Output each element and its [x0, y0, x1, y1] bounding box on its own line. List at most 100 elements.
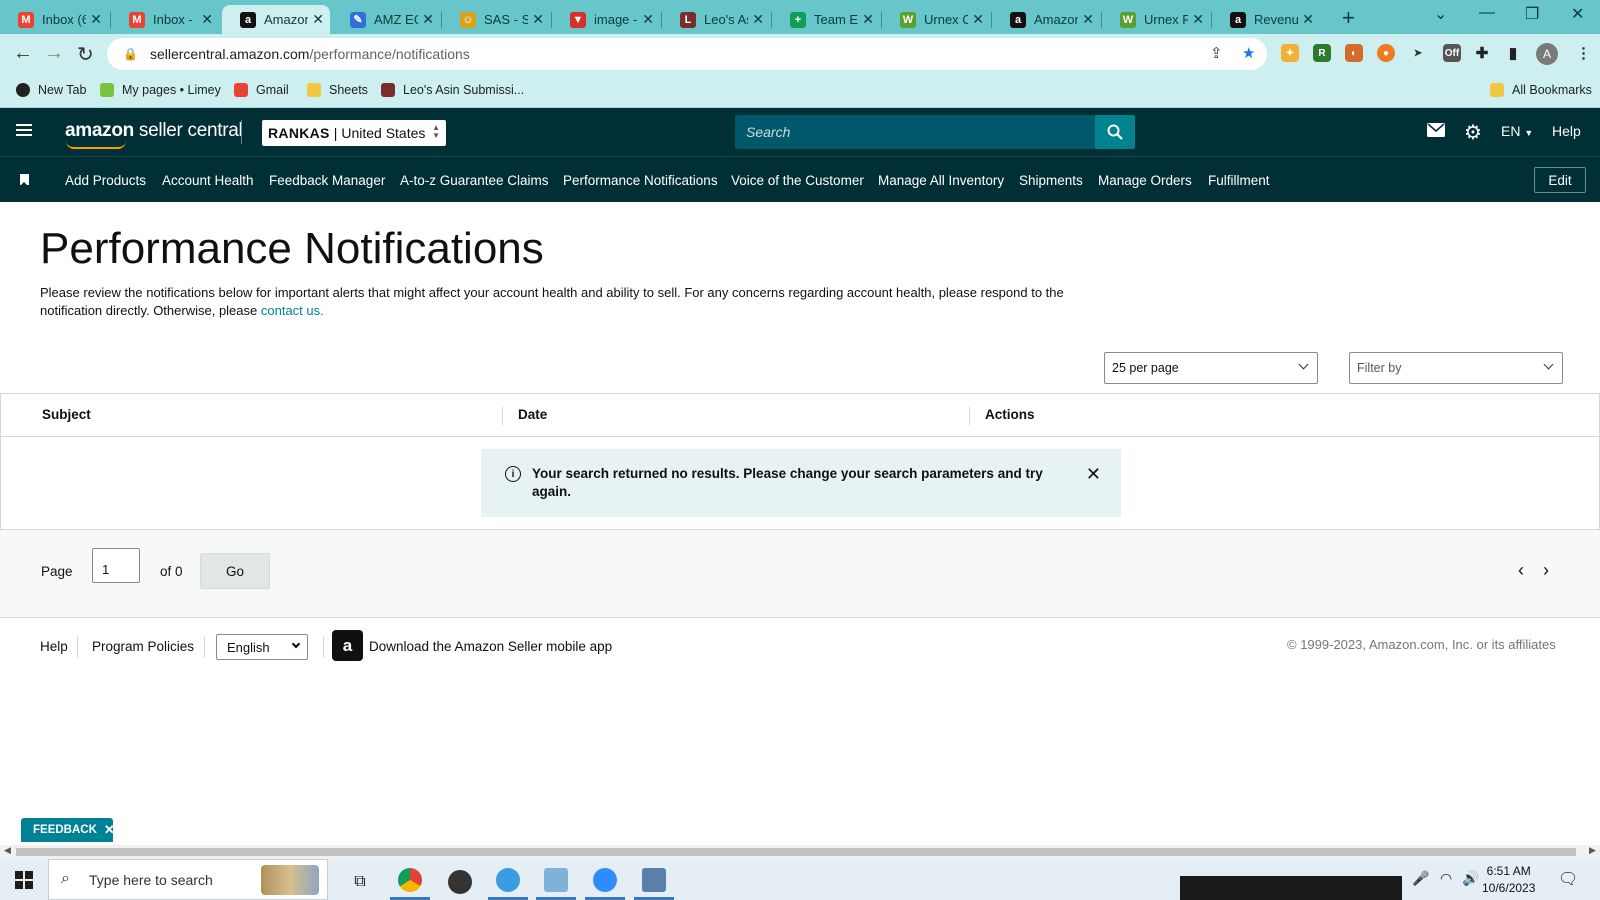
close-icon[interactable]: ✕: [1086, 464, 1101, 485]
close-icon[interactable]: ✕: [1082, 11, 1094, 28]
volume-icon[interactable]: 🔊: [1462, 870, 1479, 887]
messenger-icon[interactable]: [488, 863, 528, 900]
browser-tab[interactable]: a Amazon ✕: [222, 5, 330, 34]
close-icon[interactable]: ✕: [642, 11, 654, 28]
close-icon[interactable]: ✕: [201, 11, 213, 28]
side-panel-icon[interactable]: ▮: [1504, 44, 1522, 62]
chevron-right-icon[interactable]: ›: [1543, 560, 1549, 581]
microphone-icon[interactable]: 🎤: [1412, 870, 1429, 887]
go-button[interactable]: Go: [200, 553, 270, 589]
search-input[interactable]: Search: [735, 115, 1095, 149]
bookmark-item[interactable]: My pages • Limey: [100, 83, 221, 97]
close-icon[interactable]: ✕: [422, 11, 434, 28]
browser-tab[interactable]: M Inbox (6 ✕: [0, 5, 108, 34]
footer-help-link[interactable]: Help: [40, 639, 68, 654]
restore-button[interactable]: ❐: [1525, 4, 1539, 24]
extension-icon[interactable]: ●: [1377, 44, 1395, 62]
bookmark-item[interactable]: New Tab: [16, 83, 86, 97]
nav-link-a-to-z-guarantee-claims[interactable]: A-to-z Guarantee Claims: [400, 173, 549, 188]
windows-start-icon[interactable]: [15, 871, 33, 889]
extension-icon[interactable]: Off: [1443, 44, 1461, 62]
scroll-left-icon[interactable]: ◀: [4, 845, 11, 856]
reload-icon[interactable]: ↻: [77, 42, 94, 67]
nav-link-manage-all-inventory[interactable]: Manage All Inventory: [878, 173, 1004, 188]
tab-search-icon[interactable]: ⌄: [1434, 4, 1447, 24]
minimize-button[interactable]: —: [1479, 4, 1495, 22]
close-window-button[interactable]: ✕: [1571, 4, 1584, 24]
taskbar-search-input[interactable]: ⌕ Type here to search: [48, 859, 328, 900]
browser-tab[interactable]: M Inbox - ✕: [111, 5, 219, 34]
close-icon[interactable]: ✕: [972, 11, 984, 28]
column-header-subject[interactable]: Subject: [42, 407, 91, 422]
footer-language-select[interactable]: English: [216, 634, 308, 660]
mail-icon[interactable]: [1427, 120, 1445, 142]
system-clock[interactable]: 6:51 AM 10/6/2023: [1482, 863, 1535, 897]
nav-link-manage-orders[interactable]: Manage Orders: [1098, 173, 1192, 188]
extension-icon[interactable]: ◐: [1345, 44, 1363, 62]
chevron-left-icon[interactable]: ‹: [1518, 560, 1524, 581]
search-button[interactable]: [1095, 115, 1135, 149]
seller-central-logo[interactable]: amazon seller central: [65, 120, 243, 142]
browser-tab[interactable]: W Urnex R ✕: [1102, 5, 1210, 34]
extension-icon[interactable]: ➤: [1409, 44, 1427, 62]
nav-link-performance-notifications[interactable]: Performance Notifications: [563, 173, 718, 188]
extension-icon[interactable]: R: [1313, 44, 1331, 62]
nav-link-feedback-manager[interactable]: Feedback Manager: [269, 173, 385, 188]
bookmark-item[interactable]: Gmail: [234, 83, 289, 97]
download-app-link[interactable]: Download the Amazon Seller mobile app: [369, 639, 612, 654]
program-policies-link[interactable]: Program Policies: [92, 639, 194, 654]
star-icon[interactable]: ★: [1242, 44, 1255, 62]
nav-link-add-products[interactable]: Add Products: [65, 173, 146, 188]
bookmark-item[interactable]: Leo's Asin Submissi...: [381, 83, 524, 97]
header-help-link[interactable]: Help: [1552, 123, 1581, 139]
task-view-icon[interactable]: ⧉: [340, 863, 380, 900]
column-header-date[interactable]: Date: [518, 407, 547, 422]
settings-gear-icon[interactable]: ⚙: [1464, 120, 1482, 145]
address-bar[interactable]: 🔒 sellercentral.amazon.com/performance/n…: [107, 38, 1267, 70]
browser-tab[interactable]: a Amazon ✕: [992, 5, 1100, 34]
calculator-icon[interactable]: [634, 863, 674, 900]
extension-icon[interactable]: ✦: [1281, 44, 1299, 62]
store-marketplace-selector[interactable]: RANKAS | United States ▲ ▼: [262, 120, 446, 146]
wifi-icon[interactable]: ◠: [1440, 870, 1452, 887]
browser-tab[interactable]: ▼ image - ✕: [552, 5, 660, 34]
zoom-icon[interactable]: [585, 863, 625, 900]
close-icon[interactable]: ✕: [862, 11, 874, 28]
horizontal-scrollbar[interactable]: ◀ ▶: [0, 845, 1600, 859]
nav-link-fulfillment[interactable]: Fulfillment: [1208, 173, 1270, 188]
share-icon[interactable]: ⇪: [1210, 44, 1223, 62]
forward-icon[interactable]: →: [44, 42, 64, 65]
nav-link-account-health[interactable]: Account Health: [162, 173, 254, 188]
profile-avatar[interactable]: A: [1536, 43, 1558, 65]
bookmark-item[interactable]: Sheets: [307, 83, 368, 97]
hamburger-menu-icon[interactable]: [16, 124, 32, 136]
close-icon[interactable]: ✕: [90, 11, 102, 28]
contact-us-link[interactable]: contact us.: [261, 303, 324, 318]
scrollbar-thumb[interactable]: [16, 848, 1576, 856]
language-selector[interactable]: EN ▼: [1501, 123, 1533, 139]
extensions-puzzle-icon[interactable]: ✚: [1473, 44, 1491, 62]
browser-menu-icon[interactable]: ⋮: [1576, 44, 1591, 62]
notifications-icon[interactable]: 🗨: [1558, 869, 1578, 889]
edit-nav-button[interactable]: Edit: [1534, 167, 1586, 193]
browser-tab[interactable]: ☺ SAS - Se✕: [442, 5, 550, 34]
bookmark-icon[interactable]: [20, 174, 29, 186]
close-icon[interactable]: ✕: [312, 11, 324, 28]
browser-tab[interactable]: ✎ AMZ EC ✕: [332, 5, 440, 34]
close-icon[interactable]: ✕: [1302, 11, 1314, 28]
close-icon[interactable]: ✕: [1192, 11, 1204, 28]
all-bookmarks[interactable]: All Bookmarks: [1490, 83, 1592, 97]
browser-tab[interactable]: W Urnex C ✕: [882, 5, 990, 34]
per-page-select[interactable]: 25 per page: [1104, 352, 1318, 384]
browser-tab[interactable]: a Revenue✕: [1212, 5, 1320, 34]
page-number-input[interactable]: [92, 548, 140, 583]
scroll-right-icon[interactable]: ▶: [1589, 845, 1596, 856]
nav-link-voice-of-the-customer[interactable]: Voice of the Customer: [731, 173, 864, 188]
browser-tab[interactable]: + Team Ex✕: [772, 5, 880, 34]
browser-tab[interactable]: L Leo's As ✕: [662, 5, 770, 34]
filter-by-select[interactable]: Filter by: [1349, 352, 1563, 384]
chrome-icon[interactable]: [390, 863, 430, 900]
back-icon[interactable]: ←: [13, 42, 33, 65]
new-tab-button[interactable]: +: [1342, 5, 1355, 31]
amazon-app-icon[interactable]: a: [332, 630, 363, 661]
